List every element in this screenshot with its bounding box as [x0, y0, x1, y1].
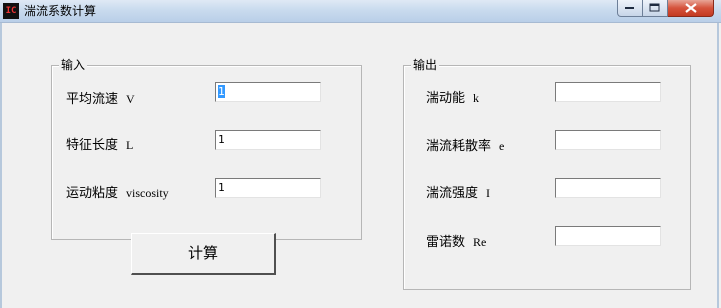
- maximize-button[interactable]: [643, 0, 668, 17]
- close-icon: [684, 3, 697, 13]
- minimize-icon: [625, 7, 634, 9]
- input-label-velocity: 平均流速 V: [66, 92, 135, 107]
- output-label-k: 湍动能 k: [426, 91, 480, 106]
- input-label-viscosity: 运动粘度 viscosity: [66, 186, 169, 201]
- output-label-e: 湍流耗散率 e: [426, 139, 505, 154]
- app-logo-icon[interactable]: IC: [3, 3, 19, 19]
- calculate-button[interactable]: 计算: [131, 233, 276, 275]
- i-output[interactable]: [555, 178, 661, 198]
- close-button[interactable]: [668, 0, 714, 17]
- window-title: 湍流系数计算: [24, 4, 97, 18]
- input-group-title: 输入: [59, 57, 88, 73]
- minimize-button[interactable]: [617, 0, 643, 17]
- maximize-icon: [649, 3, 660, 12]
- re-output[interactable]: [555, 226, 661, 246]
- velocity-input[interactable]: 1: [215, 82, 321, 102]
- e-output[interactable]: [555, 130, 661, 150]
- viscosity-input[interactable]: 1: [215, 178, 321, 198]
- title-bar[interactable]: IC 湍流系数计算: [0, 0, 721, 23]
- k-output[interactable]: [555, 82, 661, 102]
- output-label-re: 雷诺数 Re: [426, 235, 487, 250]
- client-area: 输入 平均流速 V 1 特征长度 L 1 运动粘度 viscosity 1 计算 输出…: [0, 23, 719, 308]
- input-label-length: 特征长度 L: [66, 138, 134, 153]
- output-label-i: 湍流强度 I: [426, 186, 491, 201]
- length-input[interactable]: 1: [215, 130, 321, 150]
- output-group-title: 输出: [411, 57, 440, 73]
